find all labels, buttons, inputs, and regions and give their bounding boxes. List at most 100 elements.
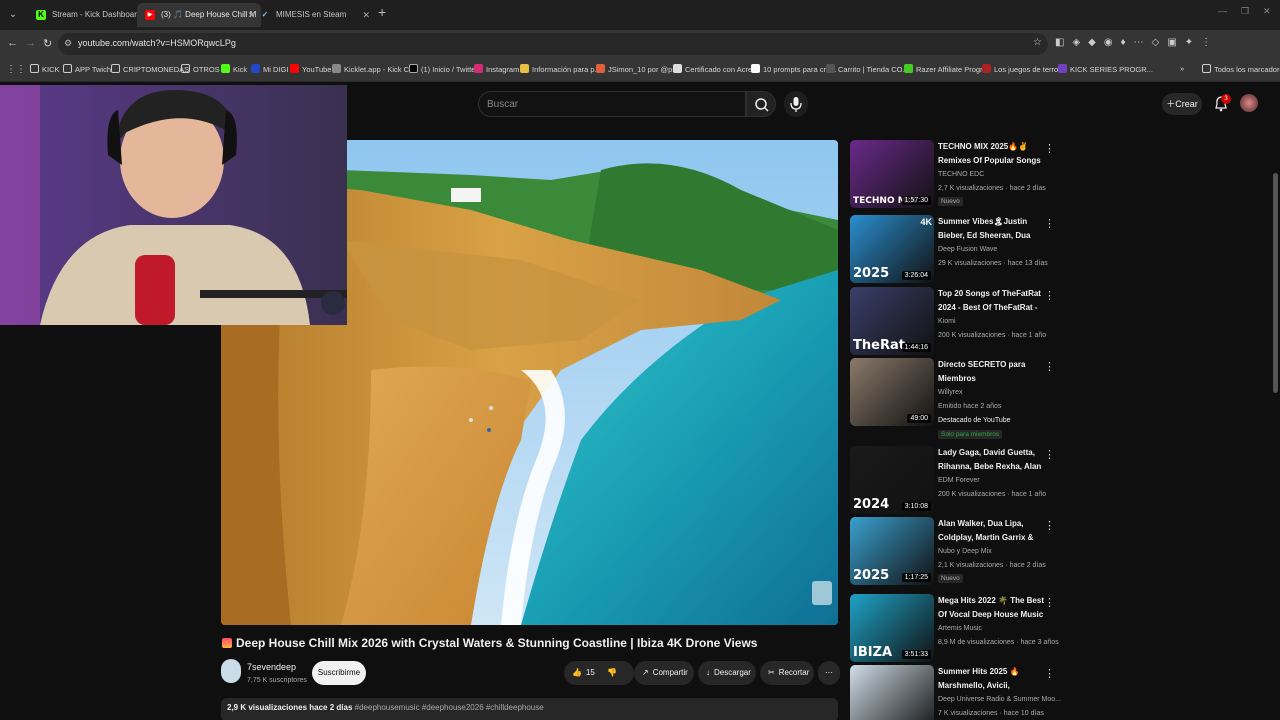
hashtags[interactable]: #deephousemusic #deephouse2026 #chilldee… bbox=[355, 703, 544, 712]
video-thumbnail[interactable]: 2024 3:10:08 bbox=[850, 446, 934, 514]
bookmark-item[interactable]: Razer Affiliate Progr... bbox=[904, 64, 988, 74]
bookmark-item[interactable]: CRIPTOMONEDAS bbox=[111, 64, 189, 74]
address-bar[interactable]: ⚙ youtube.com/watch?v=HSMORqwcLPg ☆ bbox=[58, 33, 1048, 55]
create-button[interactable]: ＋Crear bbox=[1162, 93, 1202, 115]
more-bookmarks-icon[interactable]: » bbox=[1180, 64, 1184, 73]
bookmark-item[interactable]: Carrito | Tienda CO... bbox=[826, 64, 909, 74]
recommended-channel[interactable]: Kiomi bbox=[938, 318, 956, 325]
close-window-icon[interactable]: ✕ bbox=[1263, 6, 1271, 17]
voice-search-button[interactable] bbox=[784, 91, 808, 117]
notification-count-badge: 3 bbox=[1221, 94, 1231, 104]
bookmark-item[interactable]: JSimon_10 por @pi... bbox=[596, 64, 680, 74]
like-icon[interactable]: 👍 bbox=[572, 661, 582, 685]
more-options-icon[interactable]: ⋮ bbox=[1044, 289, 1055, 302]
close-tab-icon[interactable]: ✕ bbox=[362, 3, 370, 27]
video-thumbnail[interactable]: 2025 4K 3:26:04 bbox=[850, 215, 934, 283]
bookmark-item[interactable]: Instagram bbox=[474, 64, 519, 74]
reload-icon[interactable]: ↻ bbox=[43, 37, 52, 50]
recommended-channel[interactable]: TECHNO EDC bbox=[938, 171, 984, 178]
more-options-icon[interactable]: ⋮ bbox=[1044, 519, 1055, 532]
recommended-video[interactable]: TheRat 1:44:16 Top 20 Songs of TheFatRat 2… bbox=[850, 287, 1060, 355]
more-options-icon[interactable]: ⋮ bbox=[1044, 142, 1055, 155]
bookmark-item[interactable]: Información para p... bbox=[520, 64, 601, 74]
tab-search-icon[interactable]: ⌄ bbox=[4, 6, 22, 24]
new-tab-button[interactable]: + bbox=[378, 4, 386, 20]
recommended-channel[interactable]: Artemis Music bbox=[938, 625, 982, 632]
video-title: Deep House Chill Mix 2026 with Crystal W… bbox=[222, 636, 757, 650]
recommended-title[interactable]: Mega Hits 2022 🌴 The Best Of Vocal Deep … bbox=[938, 594, 1044, 622]
recommended-channel[interactable]: Deep Universe Radio & Summer Moo... bbox=[938, 696, 1061, 703]
recommended-channel[interactable]: EDM Forever bbox=[938, 477, 980, 484]
subscribe-button[interactable]: Suscribirme bbox=[312, 661, 366, 685]
bookmark-item[interactable]: Certificado con Acre... bbox=[673, 64, 758, 74]
more-options-icon[interactable]: ⋮ bbox=[1044, 448, 1055, 461]
search-button[interactable] bbox=[746, 91, 776, 117]
recommended-video[interactable]: 49:00 Directo SECRETO para Miembros Willyr… bbox=[850, 358, 1060, 439]
maximize-icon[interactable]: ❐ bbox=[1241, 6, 1249, 17]
channel-name[interactable]: 7sevendeep bbox=[247, 662, 296, 672]
more-options-icon[interactable]: ⋮ bbox=[1044, 596, 1055, 609]
duration-badge: 1:44:16 bbox=[901, 343, 931, 352]
video-thumbnail[interactable]: TheRat 1:44:16 bbox=[850, 287, 934, 355]
recommended-title[interactable]: Summer Hits 2025 🔥 Marshmello, Avicii, C… bbox=[938, 665, 1044, 693]
bookmark-item[interactable]: Los juegos de terror... bbox=[982, 64, 1067, 74]
bookmark-item[interactable]: KICK bbox=[30, 64, 60, 74]
bookmark-star-icon[interactable]: ☆ bbox=[1033, 37, 1042, 48]
back-icon[interactable]: ← bbox=[7, 37, 18, 49]
bookmark-item[interactable]: Mi DIGI bbox=[251, 64, 288, 74]
recommended-channel[interactable]: Nubo y Deep Mix bbox=[938, 548, 992, 555]
recommended-video[interactable]: 2025 1:17:25 Alan Walker, Dua Lipa, Coldpl… bbox=[850, 517, 1060, 585]
emoji-icon bbox=[222, 638, 232, 648]
tab-youtube-video[interactable]: ▶ (3) 🎵 Deep House Chill M ✕ bbox=[137, 3, 261, 27]
scrollbar[interactable] bbox=[1273, 173, 1278, 393]
recommended-title[interactable]: Top 20 Songs of TheFatRat 2024 - Best Of… bbox=[938, 287, 1044, 315]
more-options-icon[interactable]: ⋮ bbox=[1044, 217, 1055, 230]
minimize-icon[interactable]: — bbox=[1218, 6, 1227, 16]
forward-icon[interactable]: → bbox=[25, 37, 36, 49]
bookmark-item[interactable]: (1) Inicio / Twitter bbox=[409, 64, 478, 74]
recommended-channel[interactable]: Deep Fusion Wave bbox=[938, 246, 997, 253]
channel-avatar[interactable] bbox=[221, 659, 241, 683]
video-thumbnail[interactable]: IBIZA 3:51:33 bbox=[850, 594, 934, 662]
video-thumbnail[interactable]: SUMMER MIX bbox=[850, 665, 934, 720]
video-thumbnail[interactable]: 49:00 bbox=[850, 358, 934, 426]
more-actions-icon[interactable]: ⋯ bbox=[818, 661, 840, 685]
recommended-title[interactable]: Directo SECRETO para Miembros bbox=[938, 358, 1044, 386]
description-box[interactable]: 2,9 K visualizaciones hace 2 días #deeph… bbox=[221, 698, 838, 720]
site-info-icon[interactable]: ⚙ bbox=[64, 38, 72, 49]
clip-button[interactable]: ✂ Recortar bbox=[760, 661, 814, 685]
extensions-icons[interactable]: ◧◈◆◉♦⋯◇▣✦⋮ bbox=[1055, 37, 1219, 48]
recommended-title[interactable]: Summer Vibes🏝Justin Bieber, Ed Sheeran, … bbox=[938, 215, 1044, 243]
bookmark-item[interactable]: APP Twich bbox=[63, 64, 111, 74]
bookmark-item[interactable]: KICK SERIES PROGR... bbox=[1058, 64, 1153, 74]
recommended-video[interactable]: IBIZA 3:51:33 Mega Hits 2022 🌴 The Best Of… bbox=[850, 594, 1060, 662]
all-bookmarks[interactable]: Todos los marcadores bbox=[1202, 64, 1280, 74]
channel-watermark-icon[interactable] bbox=[812, 581, 832, 605]
recommended-title[interactable]: Lady Gaga, David Guetta, Rihanna, Bebe R… bbox=[938, 446, 1044, 474]
recommended-title[interactable]: Alan Walker, Dua Lipa, Coldplay, Martin … bbox=[938, 517, 1044, 545]
bookmark-item[interactable]: Kick bbox=[221, 64, 247, 74]
recommended-title[interactable]: TECHNO MIX 2025🔥✌ Remixes Of Popular Son… bbox=[938, 140, 1044, 168]
share-button[interactable]: ↗ Compartir bbox=[634, 661, 694, 685]
recommended-video[interactable]: SUMMER MIXSummer Hits 2025 🔥 Marshmello,… bbox=[850, 665, 1061, 720]
search-input[interactable]: Buscar bbox=[478, 91, 746, 117]
dislike-icon[interactable]: 👎 bbox=[607, 668, 617, 677]
bookmark-item[interactable]: YouTube bbox=[290, 64, 331, 74]
user-avatar[interactable] bbox=[1240, 94, 1258, 112]
apps-grid-icon[interactable]: ⋮⋮ bbox=[6, 64, 26, 75]
recommended-video[interactable]: 2025 4K 3:26:04 Summer Vibes🏝Justin Bieber,… bbox=[850, 215, 1060, 283]
duration-badge: 1:17:25 bbox=[901, 573, 931, 582]
more-options-icon[interactable]: ⋮ bbox=[1044, 667, 1055, 680]
video-thumbnail[interactable]: TECHNO MIX 1:57:30 bbox=[850, 140, 934, 208]
bookmark-item[interactable]: OTROS bbox=[181, 64, 220, 74]
video-thumbnail[interactable]: 2025 1:17:25 bbox=[850, 517, 934, 585]
download-button[interactable]: ↓ Descargar bbox=[698, 661, 756, 685]
bookmark-item[interactable]: 10 prompts para cre... bbox=[751, 64, 836, 74]
bookmark-item[interactable]: Kicklet.app - Kick C... bbox=[332, 64, 415, 74]
recommended-video[interactable]: 2024 3:10:08 Lady Gaga, David Guetta, Riha… bbox=[850, 446, 1060, 514]
more-options-icon[interactable]: ⋮ bbox=[1044, 360, 1055, 373]
tab-kick-dashboard[interactable]: K Stream - Kick Dashboard ✕ bbox=[28, 3, 152, 27]
recommended-channel[interactable]: Willyrex bbox=[938, 389, 963, 396]
tab-steam[interactable]: ✓ MIMESIS en Steam ✕ bbox=[252, 3, 376, 27]
recommended-video[interactable]: TECHNO MIX 1:57:30 TECHNO MIX 2025🔥✌ Remix… bbox=[850, 140, 1060, 208]
